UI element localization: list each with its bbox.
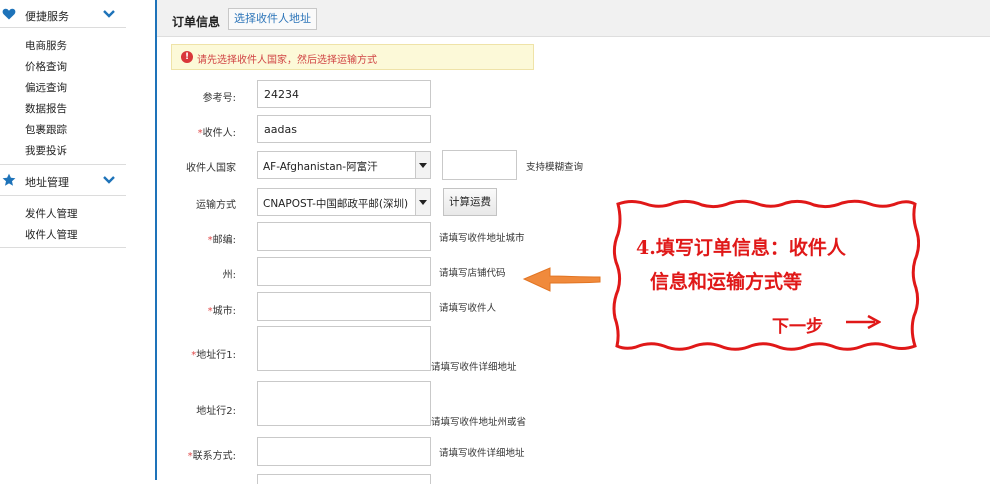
sidebar-divider [0, 27, 126, 28]
warning-notice: ! 请先选择收件人国家，然后选择运输方式 [171, 44, 534, 70]
dropdown-arrow-icon[interactable] [415, 152, 430, 178]
address-line2-label: 地址行2: [196, 406, 236, 417]
callout-line1: 4.填写订单信息：收件人 [636, 237, 846, 259]
sidebar-item-data-report[interactable]: 数据报告 [25, 101, 67, 116]
chevron-down-icon[interactable] [102, 9, 116, 19]
sidebar-item-parcel-tracking[interactable]: 包裹跟踪 [25, 122, 67, 137]
sidebar-item-price-query[interactable]: 价格查询 [25, 59, 67, 74]
recipient-input[interactable] [257, 115, 431, 143]
page-header: 订单信息 选择收件人地址 [157, 0, 990, 37]
sidebar-group-title: 地址管理 [25, 176, 69, 189]
shipping-method-label: 运输方式 [196, 200, 236, 211]
country-search-input[interactable] [442, 150, 517, 180]
state-label: 州: [222, 270, 236, 281]
country-select[interactable]: AF-Afghanistan-阿富汗 [257, 151, 431, 179]
state-hint: 请填写店铺代码 [439, 268, 506, 279]
sidebar-item-complaint[interactable]: 我要投诉 [25, 143, 67, 158]
address-line1-label: *地址行1: [191, 350, 236, 361]
zip-hint: 请填写收件地址城市 [439, 233, 525, 244]
sidebar-item-remote-query[interactable]: 偏远查询 [25, 80, 67, 95]
select-recipient-address-button[interactable]: 选择收件人地址 [228, 8, 317, 30]
state-input[interactable] [257, 257, 431, 286]
calculate-shipping-button[interactable]: 计算运费 [443, 188, 497, 216]
sidebar-divider [0, 164, 126, 165]
contact-hint: 请填写收件详细地址 [439, 448, 525, 459]
content-border [155, 0, 157, 480]
sidebar: 便捷服务 电商服务 价格查询 偏远查询 数据报告 包裹跟踪 我要投诉 地址管理 … [0, 0, 128, 480]
next-field-input[interactable] [257, 474, 431, 484]
reference-label: 参考号: [202, 93, 236, 104]
city-input[interactable] [257, 292, 431, 321]
dropdown-arrow-icon[interactable] [415, 189, 430, 215]
sidebar-group-address-management[interactable]: 地址管理 [0, 168, 126, 194]
shipping-selected-value: CNAPOST-中国邮政平邮(深圳) [263, 198, 409, 210]
sidebar-divider [0, 195, 126, 196]
pointer-arrow-icon [522, 267, 601, 292]
reference-input[interactable] [257, 80, 431, 108]
chevron-down-icon[interactable] [102, 175, 116, 185]
alert-icon: ! [181, 51, 193, 63]
fuzzy-search-hint: 支持模糊查询 [526, 162, 584, 173]
sidebar-item-sender-management[interactable]: 发件人管理 [25, 206, 78, 221]
country-label: 收件人国家 [186, 163, 236, 174]
callout-line2: 信息和运输方式等 [650, 271, 803, 293]
contact-input[interactable] [257, 437, 431, 466]
zip-label: *邮编: [207, 235, 236, 246]
heart-icon [2, 8, 16, 20]
address-line1-hint: 请填写收件详细地址 [431, 362, 517, 373]
recipient-label: *收件人: [197, 128, 236, 139]
sidebar-group-quick-services[interactable]: 便捷服务 [0, 2, 126, 28]
address-line2-textarea[interactable] [257, 381, 431, 426]
address-line1-textarea[interactable] [257, 326, 431, 371]
sidebar-divider [0, 247, 126, 248]
city-label: *城市: [207, 306, 236, 317]
page-title: 订单信息 [172, 15, 221, 29]
sidebar-item-recipient-management[interactable]: 收件人管理 [25, 227, 78, 242]
country-selected-value: AF-Afghanistan-阿富汗 [263, 161, 378, 173]
zip-input[interactable] [257, 222, 431, 251]
shipping-method-select[interactable]: CNAPOST-中国邮政平邮(深圳) [257, 188, 431, 216]
sidebar-group-title: 便捷服务 [25, 10, 69, 23]
contact-label: *联系方式: [187, 451, 236, 462]
address-line2-hint: 请填写收件地址州或省 [431, 417, 527, 428]
city-hint: 请填写收件人 [439, 303, 497, 314]
right-arrow-icon [846, 314, 881, 330]
callout-next-step: 下一步 [772, 317, 823, 337]
star-icon [2, 173, 16, 186]
warning-text: 请先选择收件人国家，然后选择运输方式 [197, 55, 377, 66]
sidebar-item-ecommerce[interactable]: 电商服务 [25, 38, 67, 53]
